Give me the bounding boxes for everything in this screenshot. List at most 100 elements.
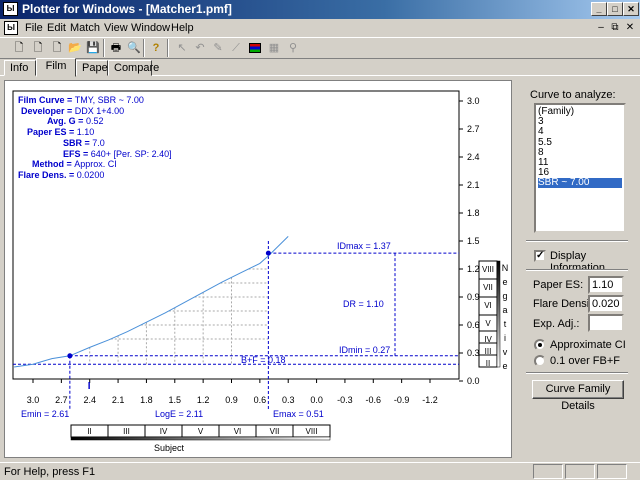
x-tick-label: 1.5 xyxy=(169,395,182,405)
print-preview-icon[interactable]: 🔍 xyxy=(125,39,143,57)
curve-list-item[interactable]: 8 xyxy=(538,147,622,158)
divider xyxy=(526,269,628,271)
paper-es-value: 1.10 xyxy=(76,127,95,138)
maximize-button[interactable]: □ xyxy=(607,2,623,16)
x-tick-label: -1.2 xyxy=(422,395,438,405)
tab-paper[interactable]: Paper xyxy=(76,60,111,76)
emin-marker xyxy=(67,353,73,359)
menu-edit[interactable]: Edit xyxy=(47,22,66,34)
subject-zone-label: VIII xyxy=(305,427,317,436)
mdi-restore-button[interactable]: ⧉ xyxy=(607,21,623,35)
status-cell xyxy=(597,464,627,479)
draw-curve-icon[interactable]: ⟋ xyxy=(227,39,245,57)
paper-es-input[interactable] xyxy=(588,276,624,294)
idmax-label: IDmax = 1.37 xyxy=(337,241,391,251)
menu-view[interactable]: View xyxy=(104,22,128,34)
method-value: Approx. CI xyxy=(74,159,117,170)
open-folder-icon[interactable]: 📂 xyxy=(66,39,84,57)
y-tick-label: 1.5 xyxy=(467,236,480,246)
speed-point-marker: I xyxy=(88,381,91,392)
save-icon[interactable]: 💾 xyxy=(84,39,102,57)
negative-zone-label: VIII xyxy=(482,265,494,274)
fb-f-radio[interactable] xyxy=(534,355,546,367)
app-icon[interactable]: Ы xyxy=(3,2,18,16)
y-tick-label: 2.7 xyxy=(467,124,480,134)
sbr-label: SBR = xyxy=(63,137,90,148)
paper-es-label: Paper ES = xyxy=(27,127,75,138)
x-tick-label: 3.0 xyxy=(27,395,40,405)
emin-label: Emin = 2.61 xyxy=(21,409,69,419)
zoom-icon[interactable]: ⚲ xyxy=(284,39,302,57)
y-tick-label: 0.9 xyxy=(467,292,480,302)
curve-point-icon[interactable]: ✎ xyxy=(209,39,227,57)
paper-es-field-label: Paper ES: xyxy=(533,279,584,291)
method-label: Method = xyxy=(32,159,72,170)
approximate-ci-label: Approximate CI xyxy=(550,339,626,351)
y-tick-label: 3.0 xyxy=(467,96,480,106)
mdi-close-button[interactable]: ✕ xyxy=(622,21,638,35)
window-title: Plotter for Windows - [Matcher1.pmf] xyxy=(22,2,232,16)
efs-label: EFS = xyxy=(63,148,89,159)
subject-zone-label: VII xyxy=(270,427,280,436)
negative-zone-label: VI xyxy=(484,301,492,310)
menu-file[interactable]: File xyxy=(25,22,43,34)
curve-family-details-button[interactable]: Curve Family Details xyxy=(532,380,624,412)
approximate-ci-radio[interactable] xyxy=(534,339,546,351)
x-tick-label: 0.9 xyxy=(225,395,238,405)
minimize-button[interactable]: _ xyxy=(591,2,607,16)
curve-list-item[interactable]: SBR ~ 7.00 xyxy=(538,178,622,189)
curve-list[interactable]: (Family) 3 4 5.5 8 11 16 SBR ~ 7.00 xyxy=(534,103,626,233)
subject-zone-label: II xyxy=(87,427,91,436)
y-tick-label: 0.0 xyxy=(467,376,480,386)
x-tick-label: 1.8 xyxy=(140,395,153,405)
characteristic-curve xyxy=(14,235,289,368)
avg-g-label: Avg. G = xyxy=(47,116,84,127)
efs-value: 640+ [Per. SP: 2.40] xyxy=(90,148,172,159)
curve-list-item[interactable]: 3 xyxy=(538,117,622,127)
toolbar-separator xyxy=(103,39,105,57)
tab-compare[interactable]: Compare xyxy=(108,60,159,76)
curve-list-item[interactable]: 5.5 xyxy=(538,137,622,148)
new-paper-icon[interactable]: 🗋 xyxy=(29,39,47,57)
film-info-block: Film Curve = TMY, SBR ~ 7.00 Developer =… xyxy=(18,95,172,181)
help-icon[interactable]: ? xyxy=(147,39,165,57)
curve-list-item[interactable]: (Family) xyxy=(538,107,622,117)
tab-info[interactable]: Info xyxy=(4,60,36,76)
pointer-icon[interactable]: ↖ xyxy=(173,39,191,57)
print-icon[interactable]: 🖶 xyxy=(107,39,125,57)
film-curve-label: Film Curve = xyxy=(18,95,73,105)
divider xyxy=(526,240,628,242)
y-tick-label: 0.6 xyxy=(467,320,480,330)
title-bar[interactable]: Ы Plotter for Windows - [Matcher1.pmf] _… xyxy=(0,0,640,19)
menu-window[interactable]: Window xyxy=(131,22,170,34)
negative-label-letter: a xyxy=(502,305,507,315)
bf-label: B+F = 0.18 xyxy=(241,355,286,365)
developer-value: DDX 1+4.00 xyxy=(74,105,125,116)
tab-film[interactable]: Film xyxy=(36,58,76,77)
flare-density-input[interactable] xyxy=(588,295,624,313)
new-match-icon[interactable]: 🗋 xyxy=(48,39,66,57)
y-tick-label: 1.2 xyxy=(467,264,480,274)
exp-adj-input[interactable] xyxy=(588,314,624,332)
sbr-value: 7.0 xyxy=(92,137,105,148)
y-tick-label: 0.3 xyxy=(467,348,480,358)
exp-adj-field-label: Exp. Adj.: xyxy=(533,318,580,330)
document-icon[interactable]: Ы xyxy=(4,21,18,35)
curve-to-analyze-label: Curve to analyze: xyxy=(530,89,616,101)
negative-label-letter: i xyxy=(504,333,506,343)
new-film-icon[interactable]: 🗋 xyxy=(10,39,28,57)
menu-match[interactable]: Match xyxy=(70,22,100,34)
close-button[interactable]: ✕ xyxy=(623,2,639,16)
curve-list-item[interactable]: 4 xyxy=(538,127,622,137)
curve-list-item[interactable]: 11 xyxy=(538,158,622,168)
status-text: For Help, press F1 xyxy=(4,466,96,478)
x-tick-label: -0.9 xyxy=(394,395,410,405)
status-cell xyxy=(533,464,563,479)
color-palette-icon[interactable] xyxy=(246,39,264,57)
grid-icon[interactable]: ▦ xyxy=(265,39,283,57)
undo-icon[interactable]: ↶ xyxy=(191,39,209,57)
menu-help[interactable]: Help xyxy=(171,22,194,34)
negative-label-letter: g xyxy=(502,291,507,301)
x-tick-label: 2.1 xyxy=(112,395,125,405)
display-info-checkbox[interactable]: ✓ xyxy=(534,250,546,262)
